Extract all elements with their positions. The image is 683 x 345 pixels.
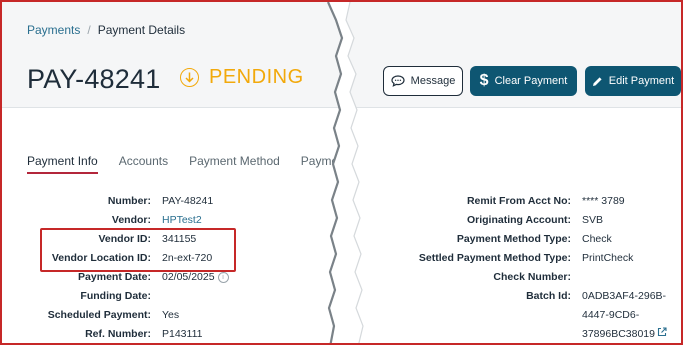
pencil-icon xyxy=(592,76,603,87)
field-value: Check xyxy=(582,233,612,245)
field-label: Settled Payment Method Type: xyxy=(418,252,571,264)
breadcrumb-current: Payment Details xyxy=(97,23,186,37)
field-row-check-number: Check Number: xyxy=(342,269,681,285)
field-label: Originating Account: xyxy=(466,214,571,226)
dollar-icon: $ xyxy=(479,72,489,89)
tab-payment-method[interactable]: Payment Method xyxy=(189,154,280,168)
breadcrumb: Payments / Payment Details xyxy=(27,23,185,37)
field-row-batch-id-cont: 37896BC38019 xyxy=(342,326,681,342)
tab-accounts[interactable]: Accounts xyxy=(119,154,168,168)
clear-payment-button[interactable]: $ Clear Payment xyxy=(470,66,577,96)
field-row-batch-id: Batch Id: 0ADB3AF4-296B- xyxy=(342,288,681,304)
status-text: PENDING xyxy=(209,66,304,88)
breadcrumb-payments-link[interactable]: Payments xyxy=(27,23,80,37)
field-label: Funding Date: xyxy=(80,290,151,302)
field-row-scheduled-payment: Scheduled Payment: Yes xyxy=(2,307,302,323)
tab-payment-info[interactable]: Payment Info xyxy=(27,154,98,174)
arrow-down-circle-icon xyxy=(180,68,199,87)
field-value: PrintCheck xyxy=(582,252,634,264)
field-label: Check Number: xyxy=(493,271,571,283)
field-value: PAY-48241 xyxy=(162,195,214,207)
field-label: Vendor: xyxy=(111,214,151,226)
field-row-number: Number: PAY-48241 xyxy=(2,193,302,209)
field-row-payment-method-type: Payment Method Type: Check xyxy=(342,231,681,247)
field-row-remit-from-acct: Remit From Acct No: **** 3789 xyxy=(342,193,681,209)
tab-bar: Payment Info Accounts Payment Method Pay… xyxy=(27,154,366,174)
field-value: SVB xyxy=(582,214,604,226)
field-label: Scheduled Payment: xyxy=(47,309,151,321)
vendor-link[interactable]: HPTest2 xyxy=(162,212,202,228)
status-badge: PENDING xyxy=(180,66,304,89)
field-value: P143111 xyxy=(162,328,203,340)
field-value-line: 0ADB3AF4-296B- xyxy=(582,290,667,302)
field-row-ref-number: Ref. Number: P143111 xyxy=(2,326,302,342)
field-label: Batch Id: xyxy=(526,290,571,302)
field-label: Ref. Number: xyxy=(85,328,151,340)
field-label: Payment Method Type: xyxy=(456,233,571,245)
edit-payment-label: Edit Payment xyxy=(608,75,675,87)
field-row-settled-payment-method-type: Settled Payment Method Type: PrintCheck xyxy=(342,250,681,266)
info-icon[interactable]: i xyxy=(217,271,229,283)
field-row-funding-date: Funding Date: xyxy=(2,288,302,304)
field-row-vendor: Vendor: HPTest2 xyxy=(2,212,302,228)
field-value: **** 3789 xyxy=(582,195,625,207)
external-link-icon[interactable] xyxy=(657,326,667,342)
page-title: PAY-48241 xyxy=(27,64,161,94)
clear-payment-label: Clear Payment xyxy=(494,75,568,87)
message-label: Message xyxy=(410,75,456,87)
page-frame: Payments / Payment Details PAY-48241 PENDI… xyxy=(0,0,683,345)
field-value-line-container: 37896BC38019 xyxy=(582,326,667,342)
field-label: Remit From Acct No: xyxy=(466,195,571,207)
field-value-line: 4447-9CD6- xyxy=(582,309,640,321)
highlight-annotation xyxy=(40,228,236,272)
field-label: Number: xyxy=(107,195,151,207)
chat-bubble-icon xyxy=(391,75,405,87)
message-button[interactable]: Message xyxy=(383,66,463,96)
field-value: 02/05/2025 xyxy=(162,271,215,283)
field-row-batch-id-cont: 4447-9CD6- xyxy=(342,307,681,323)
field-value: Yes xyxy=(162,309,180,321)
breadcrumb-separator: / xyxy=(87,23,91,37)
field-value-line: 37896BC38019 xyxy=(582,328,655,340)
field-row-originating-account: Originating Account: SVB xyxy=(342,212,681,228)
torn-edge-divider xyxy=(326,2,364,343)
edit-payment-button[interactable]: Edit Payment xyxy=(585,66,681,96)
